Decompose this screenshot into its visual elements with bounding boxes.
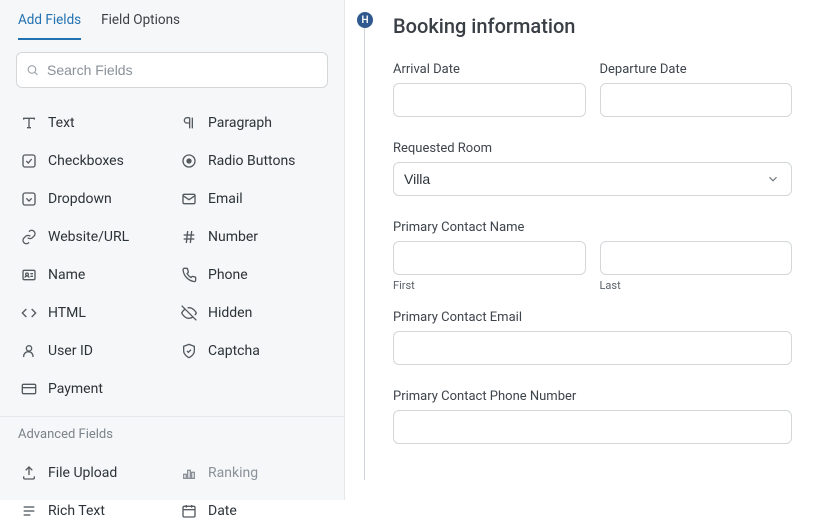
field-name[interactable]: Name bbox=[12, 256, 172, 294]
last-name-sublabel: Last bbox=[600, 279, 793, 292]
departure-date-input[interactable] bbox=[600, 83, 793, 117]
hidden-icon bbox=[180, 304, 198, 322]
sidebar-tabs: Add Fields Field Options bbox=[0, 0, 344, 40]
section-timeline bbox=[364, 20, 365, 480]
field-label: Number bbox=[208, 229, 258, 245]
field-label: Dropdown bbox=[48, 191, 112, 207]
advanced-fields-grid: File Upload Ranking Rich Text Date bbox=[0, 448, 344, 530]
field-label: HTML bbox=[48, 305, 86, 321]
primary-contact-phone-label: Primary Contact Phone Number bbox=[393, 389, 792, 404]
field-captcha[interactable]: Captcha bbox=[172, 332, 332, 370]
advanced-fields-heading: Advanced Fields bbox=[0, 416, 344, 448]
field-label: Name bbox=[48, 267, 85, 283]
email-icon bbox=[180, 190, 198, 208]
field-label: Checkboxes bbox=[48, 153, 124, 169]
search-fields bbox=[16, 52, 328, 88]
field-text[interactable]: Text bbox=[12, 104, 172, 142]
rich-text-icon bbox=[20, 502, 38, 520]
field-label: Date bbox=[208, 503, 237, 519]
primary-contact-name-group: Primary Contact Name First Last bbox=[393, 220, 792, 292]
field-checkboxes[interactable]: Checkboxes bbox=[12, 142, 172, 180]
section-header-badge: H bbox=[357, 12, 373, 28]
primary-contact-email-group: Primary Contact Email bbox=[393, 310, 792, 365]
ranking-icon bbox=[180, 464, 198, 482]
field-label: Radio Buttons bbox=[208, 153, 295, 169]
phone-icon bbox=[180, 266, 198, 284]
field-label: Captcha bbox=[208, 343, 260, 359]
field-rich-text[interactable]: Rich Text bbox=[12, 492, 172, 530]
first-name-sublabel: First bbox=[393, 279, 586, 292]
field-label: Rich Text bbox=[48, 503, 105, 519]
date-icon bbox=[180, 502, 198, 520]
field-radio-buttons[interactable]: Radio Buttons bbox=[172, 142, 332, 180]
field-date[interactable]: Date bbox=[172, 492, 332, 530]
field-phone[interactable]: Phone bbox=[172, 256, 332, 294]
contact-email-input[interactable] bbox=[393, 331, 792, 365]
primary-contact-name-label: Primary Contact Name bbox=[393, 220, 792, 235]
departure-date-label: Departure Date bbox=[600, 62, 793, 77]
primary-contact-phone-group: Primary Contact Phone Number bbox=[393, 389, 792, 444]
form-canvas: H Booking information Arrival Date Depar… bbox=[345, 0, 824, 500]
last-name-input[interactable] bbox=[600, 241, 793, 275]
field-label: Payment bbox=[48, 381, 103, 397]
field-label: Phone bbox=[208, 267, 248, 283]
field-label: Ranking bbox=[208, 465, 258, 481]
requested-room-label: Requested Room bbox=[393, 141, 792, 156]
field-paragraph[interactable]: Paragraph bbox=[172, 104, 332, 142]
checkbox-icon bbox=[20, 152, 38, 170]
name-icon bbox=[20, 266, 38, 284]
field-label: Paragraph bbox=[208, 115, 272, 131]
sidebar: Add Fields Field Options Text Paragraph … bbox=[0, 0, 345, 500]
field-label: Website/URL bbox=[48, 229, 129, 245]
field-user-id[interactable]: User ID bbox=[12, 332, 172, 370]
contact-phone-input[interactable] bbox=[393, 410, 792, 444]
card-icon bbox=[20, 380, 38, 398]
requested-room-select[interactable] bbox=[393, 162, 792, 196]
tab-field-options[interactable]: Field Options bbox=[101, 12, 180, 40]
upload-icon bbox=[20, 464, 38, 482]
arrival-date-label: Arrival Date bbox=[393, 62, 586, 77]
field-label: User ID bbox=[48, 343, 93, 359]
arrival-date-group: Arrival Date bbox=[393, 62, 586, 117]
paragraph-icon bbox=[180, 114, 198, 132]
field-file-upload[interactable]: File Upload bbox=[12, 454, 172, 492]
field-website-url[interactable]: Website/URL bbox=[12, 218, 172, 256]
departure-date-group: Departure Date bbox=[600, 62, 793, 117]
primary-contact-email-label: Primary Contact Email bbox=[393, 310, 792, 325]
user-icon bbox=[20, 342, 38, 360]
html-icon bbox=[20, 304, 38, 322]
dropdown-icon bbox=[20, 190, 38, 208]
field-dropdown[interactable]: Dropdown bbox=[12, 180, 172, 218]
shield-icon bbox=[180, 342, 198, 360]
field-number[interactable]: Number bbox=[172, 218, 332, 256]
hash-icon bbox=[180, 228, 198, 246]
field-email[interactable]: Email bbox=[172, 180, 332, 218]
field-payment[interactable]: Payment bbox=[12, 370, 172, 408]
tab-add-fields[interactable]: Add Fields bbox=[18, 12, 81, 40]
requested-room-group: Requested Room bbox=[393, 141, 792, 196]
field-hidden[interactable]: Hidden bbox=[172, 294, 332, 332]
search-icon bbox=[26, 64, 39, 77]
field-ranking[interactable]: Ranking bbox=[172, 454, 332, 492]
standard-fields-grid: Text Paragraph Checkboxes Radio Buttons … bbox=[0, 98, 344, 408]
field-label: Email bbox=[208, 191, 243, 207]
form-section-heading[interactable]: Booking information bbox=[393, 14, 792, 38]
field-label: File Upload bbox=[48, 465, 117, 481]
field-html[interactable]: HTML bbox=[12, 294, 172, 332]
arrival-date-input[interactable] bbox=[393, 83, 586, 117]
first-name-input[interactable] bbox=[393, 241, 586, 275]
field-label: Text bbox=[48, 115, 75, 131]
field-label: Hidden bbox=[208, 305, 252, 321]
search-input[interactable] bbox=[16, 52, 328, 88]
link-icon bbox=[20, 228, 38, 246]
text-icon bbox=[20, 114, 38, 132]
radio-icon bbox=[180, 152, 198, 170]
